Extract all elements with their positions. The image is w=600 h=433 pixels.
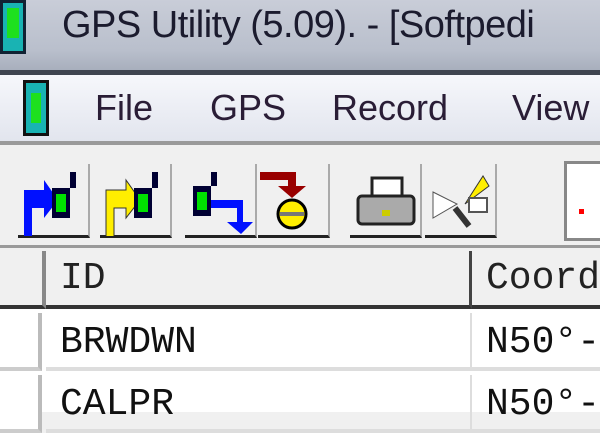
title-bar: GPS Utility (5.09). - [Softpedi — [0, 0, 600, 72]
printer-icon — [356, 176, 416, 226]
waypoint-grid: ID Coord BRWDWN N50°- CALPR N50°- — [0, 251, 600, 433]
toolbar — [0, 149, 600, 248]
cell-coord[interactable]: N50°- — [472, 375, 600, 433]
column-header-id[interactable]: ID — [46, 251, 472, 309]
download-from-gps-button[interactable] — [185, 164, 257, 238]
cell-id[interactable]: CALPR — [46, 375, 472, 433]
upload-blue-icon — [24, 172, 76, 238]
menu-view[interactable]: View — [512, 87, 589, 129]
menu-file[interactable]: File — [95, 87, 153, 129]
cell-coord[interactable]: N50°- — [472, 313, 600, 371]
record-button[interactable] — [258, 164, 330, 238]
disconnect-icon — [432, 175, 490, 228]
upload-to-gps-button[interactable] — [18, 164, 90, 238]
cell-id[interactable]: BRWDWN — [46, 313, 472, 371]
menu-bar: File GPS Record View — [0, 75, 600, 145]
document-icon[interactable] — [23, 80, 49, 136]
row-selector[interactable] — [0, 375, 42, 433]
upload-yellow-button[interactable] — [100, 164, 172, 239]
upload-yellow-icon — [105, 172, 158, 239]
drop-record-icon — [260, 172, 308, 230]
window-title: GPS Utility (5.09). - [Softpedi — [62, 4, 535, 46]
column-header-coord[interactable]: Coord — [472, 251, 600, 309]
print-button[interactable] — [350, 164, 422, 238]
disconnect-button[interactable] — [425, 164, 497, 238]
map-preview[interactable] — [564, 161, 600, 241]
menu-record[interactable]: Record — [332, 87, 448, 129]
app-icon — [0, 0, 26, 54]
menu-gps[interactable]: GPS — [210, 87, 286, 129]
row-selector[interactable] — [0, 313, 42, 371]
download-icon — [193, 172, 253, 234]
row-header-corner — [0, 251, 46, 309]
